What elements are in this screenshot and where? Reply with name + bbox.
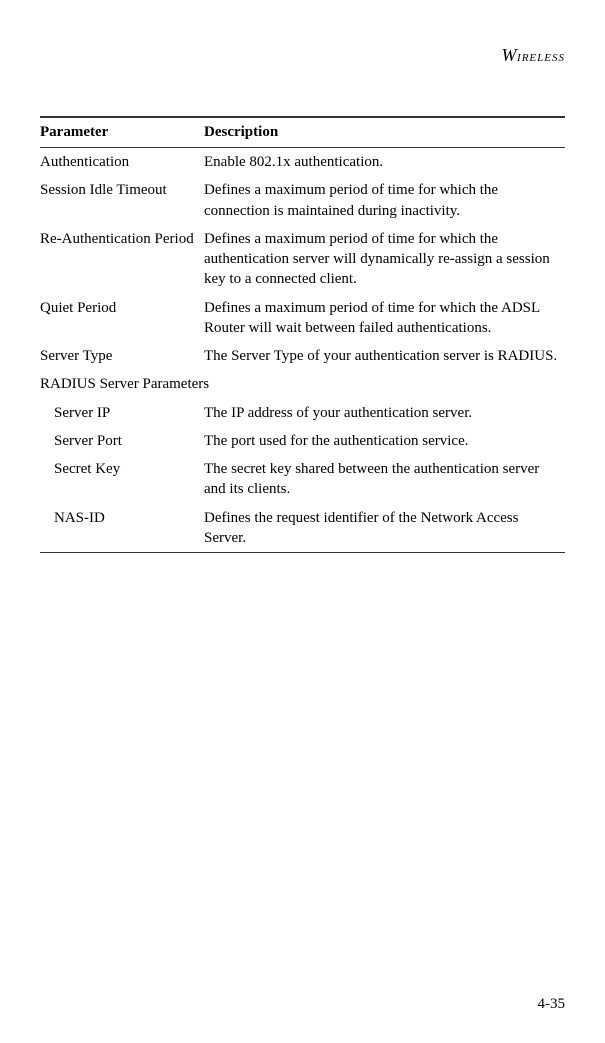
desc-cell: Defines the request identifier of the Ne… bbox=[204, 504, 565, 553]
section-header-cap: W bbox=[502, 45, 518, 65]
table-row: Secret Key The secret key shared between… bbox=[40, 455, 565, 504]
table-row: NAS-ID Defines the request identifier of… bbox=[40, 504, 565, 553]
desc-cell: The IP address of your authentication se… bbox=[204, 399, 565, 427]
table-row: Server IP The IP address of your authent… bbox=[40, 399, 565, 427]
param-cell: Server Type bbox=[40, 342, 204, 370]
desc-cell: Enable 802.1x authentication. bbox=[204, 148, 565, 177]
subsection-label: RADIUS Server Parameters bbox=[40, 370, 565, 398]
param-cell: Session Idle Timeout bbox=[40, 176, 204, 225]
param-cell: Re-Authentication Period bbox=[40, 225, 204, 294]
param-cell: Secret Key bbox=[40, 455, 204, 504]
table-row: Quiet Period Defines a maximum period of… bbox=[40, 294, 565, 343]
param-cell: Authentication bbox=[40, 148, 204, 177]
section-header-rest: IRELESS bbox=[517, 52, 565, 64]
param-cell: Server IP bbox=[40, 399, 204, 427]
table-row: Session Idle Timeout Defines a maximum p… bbox=[40, 176, 565, 225]
table-row: Server Port The port used for the authen… bbox=[40, 427, 565, 455]
table-row: Re-Authentication Period Defines a maxim… bbox=[40, 225, 565, 294]
desc-cell: Defines a maximum period of time for whi… bbox=[204, 176, 565, 225]
column-header-description: Description bbox=[204, 117, 565, 148]
param-cell: NAS-ID bbox=[40, 504, 204, 553]
desc-cell: The secret key shared between the authen… bbox=[204, 455, 565, 504]
desc-cell: The port used for the authentication ser… bbox=[204, 427, 565, 455]
desc-cell: Defines a maximum period of time for whi… bbox=[204, 225, 565, 294]
param-cell: Server Port bbox=[40, 427, 204, 455]
desc-cell: The Server Type of your authentication s… bbox=[204, 342, 565, 370]
table-subsection-row: RADIUS Server Parameters bbox=[40, 370, 565, 398]
page-number: 4-35 bbox=[538, 996, 566, 1013]
table-row: Authentication Enable 802.1x authenticat… bbox=[40, 148, 565, 177]
table-row: Server Type The Server Type of your auth… bbox=[40, 342, 565, 370]
desc-cell: Defines a maximum period of time for whi… bbox=[204, 294, 565, 343]
section-header: WIRELESS bbox=[40, 45, 565, 66]
column-header-parameter: Parameter bbox=[40, 117, 204, 148]
parameter-table: Parameter Description Authentication Ena… bbox=[40, 116, 565, 553]
param-cell: Quiet Period bbox=[40, 294, 204, 343]
